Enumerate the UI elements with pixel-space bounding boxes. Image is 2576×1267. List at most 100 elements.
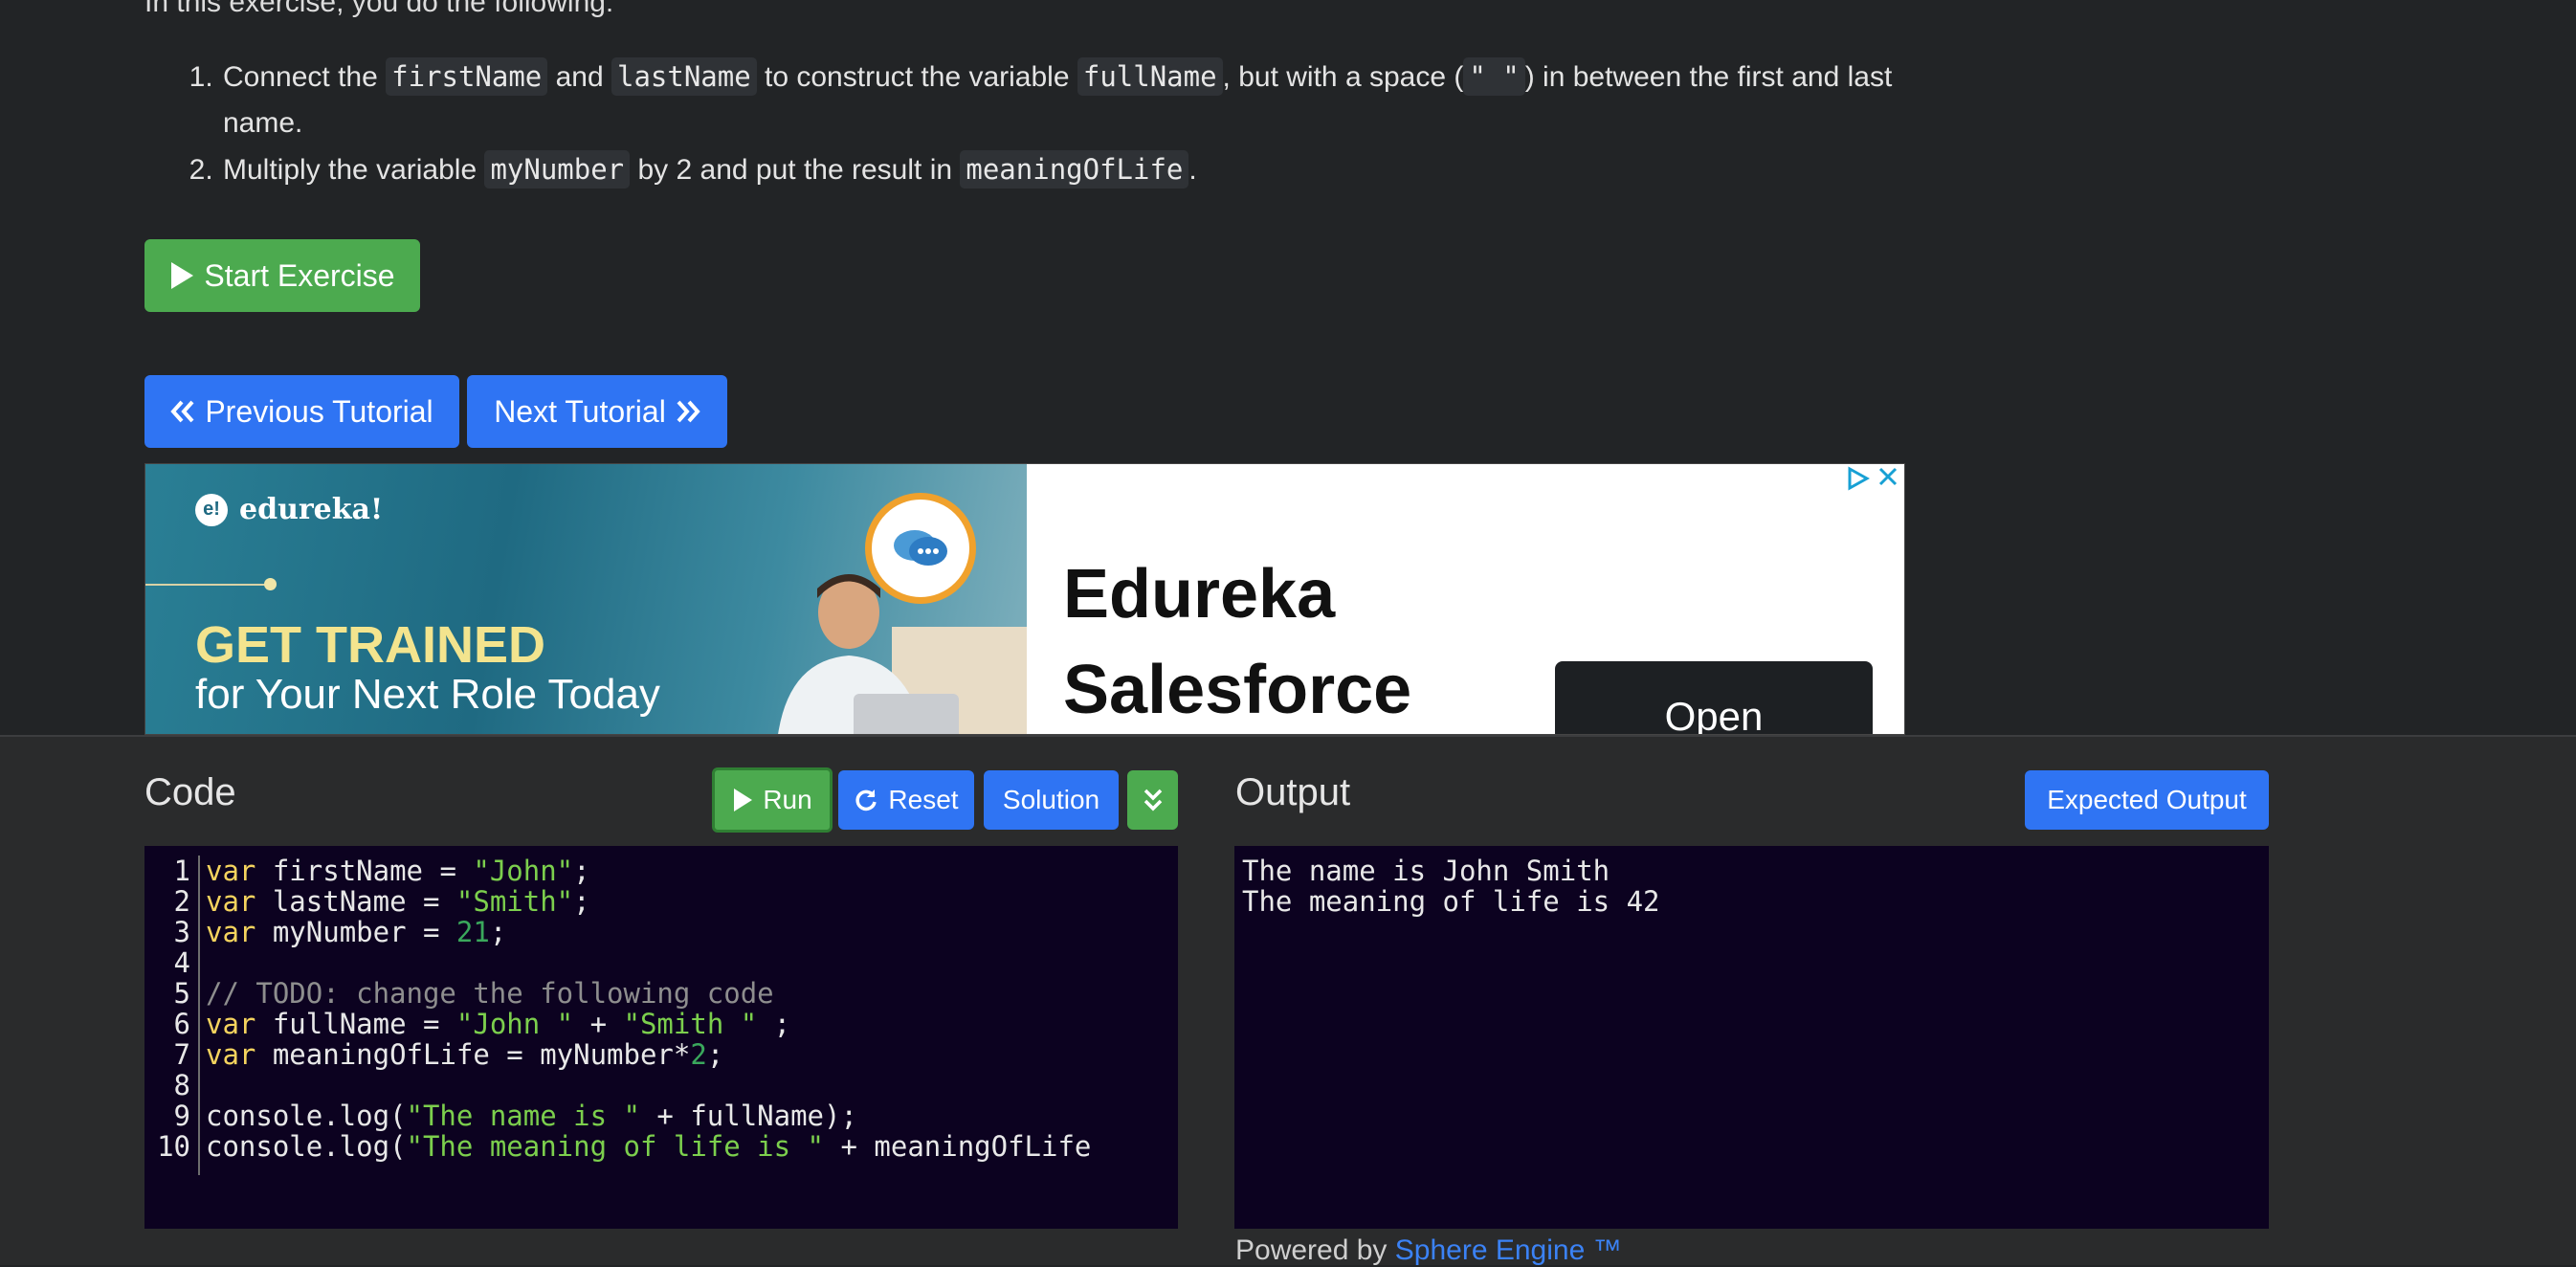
inline-code: meaningOfLife [960, 150, 1189, 189]
exercise-intro: In this exercise, you do the following: [144, 0, 614, 18]
inline-code: myNumber [484, 150, 631, 189]
ad-content: Edureka Salesforce Open [1027, 464, 1904, 734]
step-text: Connect the [223, 61, 387, 93]
line-number: 8 [173, 1069, 190, 1101]
previous-tutorial-label: Previous Tutorial [205, 393, 433, 429]
chevrons-right-icon [676, 400, 700, 423]
ad-title: Edureka Salesforce [1063, 556, 1412, 728]
number-literal: 2 [690, 1038, 707, 1071]
string-literal: "John" [473, 855, 574, 887]
previous-tutorial-button[interactable]: Previous Tutorial [144, 375, 459, 448]
code-text: ; [573, 855, 590, 887]
code-line: var meaningOfLife = myNumber*2; [206, 1039, 1091, 1070]
advertisement-banner[interactable]: e! edureka! GET TRAINED for Your Next Ro… [144, 463, 1905, 735]
code-lines[interactable]: var firstName = "John"; var lastName = "… [206, 856, 1091, 1162]
reset-button[interactable]: Reset [838, 770, 974, 830]
line-number: 10 [157, 1130, 190, 1163]
powered-by-text: Powered by [1235, 1234, 1395, 1266]
exercise-steps: Connect the firstName and lastName to co… [144, 54, 1972, 193]
step-text: by 2 and put the result in [630, 154, 961, 186]
keyword: var [206, 1038, 256, 1071]
step-text: and [547, 61, 611, 93]
code-text: console.log( [206, 1130, 407, 1163]
powered-by: Powered by Sphere Engine ™ [1235, 1234, 1622, 1267]
output-line: The meaning of life is 42 [1242, 885, 1660, 918]
chat-icon [865, 493, 976, 604]
ad-choices[interactable] [1847, 466, 1899, 491]
code-comment: // TODO: change the following code [206, 977, 774, 1010]
line-number: 3 [173, 916, 190, 948]
code-line: var fullName = "John " + "Smith " ; [206, 1009, 1091, 1039]
inline-code: lastName [611, 57, 757, 96]
code-text: lastName = [255, 885, 456, 918]
ad-brand-logo: e! edureka! [195, 493, 383, 526]
expand-button[interactable] [1127, 770, 1178, 830]
code-text: meaningOfLife = myNumber* [255, 1038, 691, 1071]
step-text: . [1188, 154, 1197, 186]
code-text: + fullName); [639, 1100, 857, 1132]
refresh-icon [854, 788, 878, 812]
code-text: + meaningOfLife [824, 1130, 1092, 1163]
step-text: to construct the variable [756, 61, 1077, 93]
ad-brand-name: edureka! [239, 493, 384, 526]
adchoices-icon[interactable] [1847, 466, 1870, 491]
code-text: console.log( [206, 1100, 407, 1132]
start-exercise-label: Start Exercise [204, 257, 395, 293]
inline-code: firstName [386, 57, 548, 96]
output-panel-title: Output [1235, 771, 1351, 813]
code-text: ; [573, 885, 590, 918]
ad-open-button[interactable]: Open [1555, 661, 1873, 734]
line-number: 6 [173, 1008, 190, 1040]
next-tutorial-button[interactable]: Next Tutorial [467, 375, 727, 448]
string-literal: "The name is " [406, 1100, 640, 1132]
code-line: console.log("The meaning of life is " + … [206, 1131, 1091, 1162]
solution-button[interactable]: Solution [984, 770, 1119, 830]
code-line: console.log("The name is " + fullName); [206, 1100, 1091, 1131]
code-text: firstName = [255, 855, 474, 887]
play-icon [169, 261, 194, 290]
line-number-gutter: 1 2 3 4 5 6 7 8 9 10 [144, 856, 200, 1175]
code-line: var lastName = "Smith"; [206, 886, 1091, 917]
ad-decor-line [145, 584, 270, 586]
run-button[interactable]: Run [712, 767, 833, 833]
next-tutorial-label: Next Tutorial [494, 393, 666, 429]
code-line: var myNumber = 21; [206, 917, 1091, 947]
keyword: var [206, 916, 256, 948]
code-text: ; [757, 1008, 791, 1040]
line-number: 1 [173, 855, 190, 887]
line-number: 7 [173, 1038, 190, 1071]
keyword: var [206, 1008, 256, 1040]
expected-output-label: Expected Output [2047, 785, 2247, 814]
chevrons-down-icon [1143, 788, 1164, 812]
inline-code: fullName [1077, 57, 1223, 96]
code-line: // TODO: change the following code [206, 978, 1091, 1009]
code-text: ; [489, 916, 507, 948]
inline-code: " " [1463, 57, 1525, 96]
reset-label: Reset [888, 785, 959, 814]
step-item: Connect the firstName and lastName to co… [221, 54, 1972, 146]
expected-output-button[interactable]: Expected Output [2025, 770, 2269, 830]
step-item: Multiply the variable myNumber by 2 and … [221, 146, 1972, 193]
close-icon[interactable] [1877, 466, 1899, 491]
start-exercise-button[interactable]: Start Exercise [144, 239, 420, 312]
line-number: 9 [173, 1100, 190, 1132]
solution-label: Solution [1002, 785, 1100, 814]
chevrons-left-icon [170, 400, 195, 423]
string-literal: "The meaning of life is " [406, 1130, 825, 1163]
keyword: var [206, 855, 256, 887]
ad-brand-mark: e! [195, 493, 228, 526]
ad-headline: GET TRAINED [195, 616, 546, 674]
ad-subheadline: for Your Next Role Today [195, 671, 660, 718]
play-icon [732, 788, 753, 812]
line-number: 4 [173, 946, 190, 979]
code-panel-title: Code [144, 771, 236, 813]
code-editor[interactable]: 1 2 3 4 5 6 7 8 9 10 var firstName = "Jo… [144, 846, 1178, 1229]
step-text: , but with a space ( [1222, 61, 1464, 93]
number-literal: 21 [455, 916, 490, 948]
output-console: The name is John Smith The meaning of li… [1234, 846, 2269, 1229]
output-lines: The name is John Smith The meaning of li… [1242, 856, 1660, 917]
sphere-engine-link[interactable]: Sphere Engine ™ [1395, 1234, 1622, 1266]
step-text: Multiply the variable [223, 154, 485, 186]
